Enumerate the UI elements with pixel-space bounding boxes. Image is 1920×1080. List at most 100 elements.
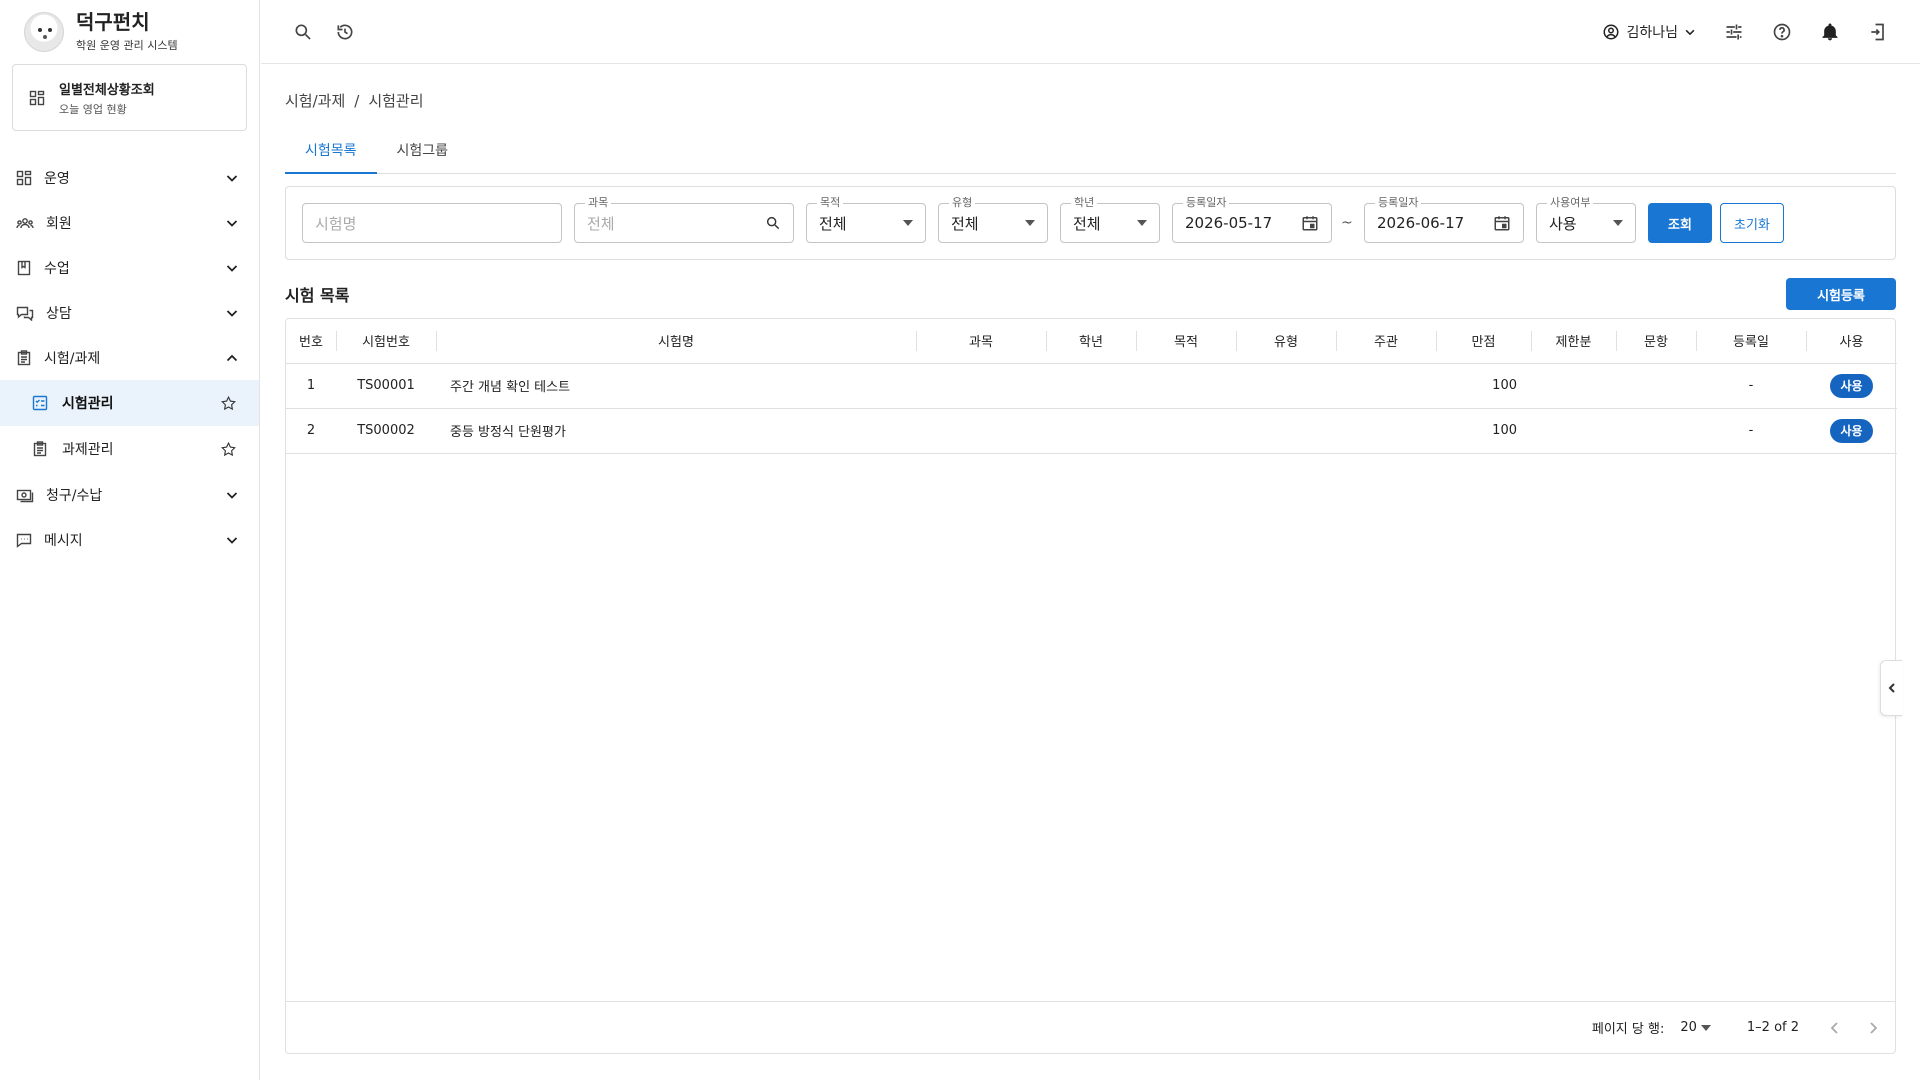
date-to-label: 등록일자	[1375, 196, 1422, 210]
help-icon[interactable]	[1772, 22, 1792, 42]
grade-select[interactable]: 학년 전체	[1060, 196, 1160, 243]
breadcrumb-parent[interactable]: 시험/과제	[285, 92, 345, 110]
chevron-down-icon	[225, 488, 239, 502]
chevron-down-icon	[225, 306, 239, 320]
chevron-left-icon	[1888, 683, 1896, 693]
chevron-right-icon[interactable]	[1865, 1020, 1881, 1036]
sidebar-item-members[interactable]: 회원	[0, 200, 259, 245]
sidebar-item-consult[interactable]: 상담	[0, 290, 259, 335]
notification-bell-icon[interactable]	[1820, 22, 1840, 42]
add-exam-button[interactable]: 시험등록	[1786, 278, 1896, 310]
caret-down-icon	[1700, 1024, 1711, 1031]
cell-questions	[1616, 363, 1696, 409]
column-header[interactable]: 등록일	[1696, 319, 1806, 364]
date-to-field[interactable]: 등록일자 2026-06-17	[1364, 196, 1524, 243]
chevron-down-icon	[225, 216, 239, 230]
column-header[interactable]: 주관	[1336, 319, 1436, 364]
star-icon[interactable]	[220, 441, 237, 458]
sidebar-item-exams[interactable]: 시험/과제	[0, 335, 259, 380]
column-header[interactable]: 사용	[1806, 319, 1897, 364]
cell-name: 주간 개념 확인 테스트	[436, 363, 916, 409]
table-row[interactable]: 2 TS00002 중등 방정식 단원평가 100 - 사용	[286, 408, 1897, 454]
rows-per-page-select[interactable]: 20	[1680, 1020, 1711, 1035]
status-badge[interactable]: 사용	[1830, 418, 1873, 443]
search-icon[interactable]	[765, 215, 781, 231]
type-label: 유형	[949, 196, 976, 210]
user-menu[interactable]: 김하나님	[1602, 22, 1696, 42]
sidebar: 덕구펀치 학원 운영 관리 시스템 일별전체상황조회 오늘 영업 현황 운영 회…	[0, 0, 260, 1080]
exam-name-field[interactable]: 시험명	[302, 203, 562, 243]
rows-per-page-value: 20	[1680, 1020, 1697, 1035]
chevron-down-icon	[1684, 26, 1696, 38]
sidebar-item-label: 과제관리	[62, 442, 114, 458]
star-icon[interactable]	[220, 395, 237, 412]
sidebar-item-label: 회원	[46, 215, 72, 232]
column-header[interactable]: 만점	[1436, 319, 1531, 364]
sidebar-item-label: 청구/수납	[46, 487, 103, 504]
search-icon[interactable]	[293, 22, 313, 42]
brand-logo	[24, 12, 64, 52]
sidebar-subitem-assignment-management[interactable]: 과제관리	[0, 426, 259, 472]
purpose-label: 목적	[817, 196, 844, 210]
grade-value: 전체	[1073, 214, 1101, 233]
user-name: 김하나님	[1626, 24, 1678, 41]
use-status-select[interactable]: 사용여부 사용	[1536, 196, 1636, 243]
status-badge[interactable]: 사용	[1830, 373, 1873, 398]
subject-placeholder: 전체	[587, 214, 615, 233]
tune-icon[interactable]	[1724, 22, 1744, 42]
column-header[interactable]: 학년	[1046, 319, 1136, 364]
use-status-label: 사용여부	[1547, 196, 1594, 210]
caret-down-icon	[1137, 220, 1147, 226]
table-row[interactable]: 1 TS00001 주간 개념 확인 테스트 100 - 사용	[286, 363, 1897, 409]
tab-exam-list[interactable]: 시험목록	[285, 130, 377, 174]
sidebar-item-messages[interactable]: 메시지	[0, 517, 259, 562]
cell-purpose	[1136, 363, 1236, 409]
purpose-value: 전체	[819, 214, 847, 233]
logout-icon[interactable]	[1868, 22, 1888, 42]
column-header[interactable]: 시험번호	[336, 319, 436, 364]
tab-exam-group[interactable]: 시험그룹	[377, 130, 469, 174]
book-icon	[16, 260, 32, 276]
column-header[interactable]: 과목	[916, 319, 1046, 364]
dashboard-card[interactable]: 일별전체상황조회 오늘 영업 현황	[12, 64, 247, 131]
column-header[interactable]: 유형	[1236, 319, 1336, 364]
column-header[interactable]: 번호	[286, 319, 336, 364]
pagination: 페이지 당 행: 20 1–2 of 2	[286, 1001, 1895, 1053]
chevron-left-icon[interactable]	[1827, 1020, 1843, 1036]
calendar-icon[interactable]	[1493, 214, 1511, 232]
clipboard-icon	[16, 349, 32, 366]
date-from-field[interactable]: 등록일자 2026-05-17	[1172, 196, 1332, 243]
cell-host	[1336, 408, 1436, 454]
cell-full-score: 100	[1436, 363, 1531, 409]
sidebar-item-operation[interactable]: 운영	[0, 155, 259, 200]
date-to-value: 2026-06-17	[1377, 214, 1465, 232]
brand[interactable]: 덕구펀치 학원 운영 관리 시스템	[0, 0, 259, 64]
cell-use: 사용	[1806, 408, 1897, 454]
cell-grade	[1046, 363, 1136, 409]
cell-no: 1	[286, 363, 336, 409]
sidebar-item-label: 상담	[46, 305, 72, 322]
type-select[interactable]: 유형 전체	[938, 196, 1048, 243]
message-icon	[16, 532, 32, 548]
history-icon[interactable]	[335, 22, 355, 42]
search-button[interactable]: 조회	[1648, 203, 1712, 243]
cell-reg-date: -	[1696, 408, 1806, 454]
reset-button[interactable]: 초기화	[1720, 203, 1784, 243]
subject-field[interactable]: 과목 전체	[574, 196, 794, 243]
column-header[interactable]: 제한분	[1531, 319, 1616, 364]
table-header-row: 번호 시험번호 시험명 과목 학년 목적 유형 주관 만점 제한분 문항 등록일…	[286, 319, 1897, 364]
cell-questions	[1616, 408, 1696, 454]
caret-down-icon	[1613, 220, 1623, 226]
chevron-down-icon	[225, 171, 239, 185]
column-header[interactable]: 목적	[1136, 319, 1236, 364]
panel-collapse-handle[interactable]	[1880, 660, 1902, 716]
sidebar-item-billing[interactable]: 청구/수납	[0, 472, 259, 517]
calendar-icon[interactable]	[1301, 214, 1319, 232]
sidebar-subitem-exam-management[interactable]: 시험관리	[0, 380, 259, 426]
column-header[interactable]: 시험명	[436, 319, 916, 364]
column-header[interactable]: 문항	[1616, 319, 1696, 364]
brand-name: 덕구펀치	[76, 10, 150, 34]
brand-subtitle: 학원 운영 관리 시스템	[76, 39, 178, 52]
sidebar-item-classes[interactable]: 수업	[0, 245, 259, 290]
purpose-select[interactable]: 목적 전체	[806, 196, 926, 243]
